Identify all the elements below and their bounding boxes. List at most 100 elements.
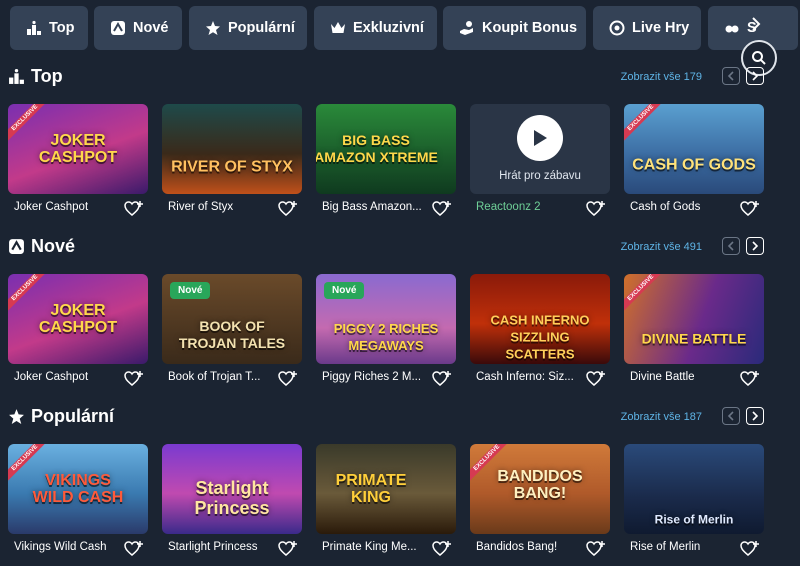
game-card-book-of-trojan-tales[interactable]: BOOK OF TROJAN TALES Nové Book of Trojan …: [162, 274, 302, 386]
game-card-piggy-riches-2[interactable]: PIGGY 2 RICHES MEGAWAYS Nové Piggy Riches…: [316, 274, 456, 386]
game-name[interactable]: Joker Cashpot: [14, 371, 122, 383]
tab-label: Live Hry: [632, 20, 690, 36]
play-button[interactable]: [517, 115, 563, 161]
section-title: Top: [8, 66, 63, 87]
prev-button[interactable]: [722, 407, 740, 425]
game-art-title: BIG BASS AMAZON XTREME: [316, 132, 438, 165]
game-card-joker-cashpot[interactable]: JOKER CASHPOT EXCLUSIVE Joker Cashpot: [8, 104, 148, 216]
game-thumbnail[interactable]: PIGGY 2 RICHES MEGAWAYS Nové: [316, 274, 456, 364]
nav-next-chevron-icon[interactable]: [748, 16, 764, 32]
add-favorite-icon[interactable]: [740, 200, 760, 218]
game-name[interactable]: Reactoonz 2: [476, 201, 584, 213]
game-card-primate-king[interactable]: PRIMATE KING Primate King Me...: [316, 444, 456, 556]
add-favorite-icon[interactable]: [740, 370, 760, 388]
view-all-link[interactable]: Zobrazit vše 491: [621, 241, 702, 253]
game-thumbnail[interactable]: RIVER OF STYX: [162, 104, 302, 194]
game-card-bandidos-bang[interactable]: BANDIDOS BANG! EXCLUSIVE Bandidos Bang!: [470, 444, 610, 556]
add-favorite-icon[interactable]: [432, 200, 452, 218]
game-name[interactable]: Primate King Me...: [322, 541, 430, 553]
next-button[interactable]: [746, 67, 764, 85]
add-favorite-icon[interactable]: [432, 540, 452, 558]
add-favorite-icon[interactable]: [586, 200, 606, 218]
add-favorite-icon[interactable]: [278, 200, 298, 218]
add-favorite-icon[interactable]: [124, 370, 144, 388]
game-thumbnail[interactable]: CASH OF GODS EXCLUSIVE: [624, 104, 764, 194]
game-name[interactable]: Starlight Princess: [168, 541, 276, 553]
game-name[interactable]: Joker Cashpot: [14, 201, 122, 213]
game-card-starlight-princess[interactable]: Starlight Princess Starlight Princess: [162, 444, 302, 556]
tab-label: Koupit Bonus: [482, 20, 578, 36]
game-thumbnail[interactable]: CASH INFERNO SIZZLING SCATTERS: [470, 274, 610, 364]
view-all-link[interactable]: Zobrazit vše 187: [621, 411, 702, 423]
add-favorite-icon[interactable]: [124, 200, 144, 218]
game-name[interactable]: River of Styx: [168, 201, 276, 213]
add-favorite-icon[interactable]: [740, 540, 760, 558]
tab-label: Nové: [133, 20, 169, 36]
tab-popular[interactable]: Populární: [189, 6, 307, 50]
game-thumbnail[interactable]: JOKER CASHPOT EXCLUSIVE: [8, 104, 148, 194]
game-card-cash-inferno[interactable]: CASH INFERNO SIZZLING SCATTERS Cash Infer…: [470, 274, 610, 386]
prev-button[interactable]: [722, 237, 740, 255]
add-favorite-icon[interactable]: [432, 370, 452, 388]
category-nav: Top Nové Populární Exkluzivní Koupit Bon…: [10, 6, 800, 50]
game-thumbnail[interactable]: VIKINGS WILD CASH EXCLUSIVE: [8, 444, 148, 534]
chevron-right-icon: [752, 71, 759, 81]
chevron-left-icon: [727, 411, 734, 421]
game-name[interactable]: Book of Trojan T...: [168, 371, 276, 383]
game-thumbnail[interactable]: JOKER CASHPOT EXCLUSIVE: [8, 274, 148, 364]
chip-icon: [609, 20, 625, 36]
game-thumbnail[interactable]: DIVINE BATTLE EXCLUSIVE: [624, 274, 764, 364]
view-all-link[interactable]: Zobrazit vše 179: [621, 71, 702, 83]
play-for-fun-label[interactable]: Hrát pro zábavu: [470, 170, 610, 182]
game-name[interactable]: Big Bass Amazon...: [322, 201, 430, 213]
add-favorite-icon[interactable]: [586, 370, 606, 388]
game-thumbnail[interactable]: BOOK OF TROJAN TALES Nové: [162, 274, 302, 364]
add-favorite-icon[interactable]: [586, 540, 606, 558]
add-favorite-icon[interactable]: [278, 370, 298, 388]
game-name[interactable]: Rise of Merlin: [630, 541, 738, 553]
next-button[interactable]: [746, 407, 764, 425]
game-thumbnail[interactable]: Hrát pro zábavu: [470, 104, 610, 194]
game-thumbnail[interactable]: PRIMATE KING: [316, 444, 456, 534]
game-name[interactable]: Vikings Wild Cash: [14, 541, 122, 553]
game-card-cash-of-gods[interactable]: CASH OF GODS EXCLUSIVE Cash of Gods: [624, 104, 764, 216]
game-thumbnail[interactable]: Rise of Merlin: [624, 444, 764, 534]
crown-icon: [331, 22, 345, 33]
game-art-title: Starlight Princess: [194, 478, 270, 518]
game-name[interactable]: Divine Battle: [630, 371, 738, 383]
add-favorite-icon[interactable]: [278, 540, 298, 558]
game-name[interactable]: Piggy Riches 2 M...: [322, 371, 430, 383]
game-thumbnail[interactable]: BANDIDOS BANG! EXCLUSIVE: [470, 444, 610, 534]
slots-icon: [725, 25, 739, 33]
exclusive-badge: EXCLUSIVE: [8, 274, 52, 318]
game-card-vikings-wild-cash[interactable]: VIKINGS WILD CASH EXCLUSIVE Vikings Wild …: [8, 444, 148, 556]
game-thumbnail[interactable]: Starlight Princess: [162, 444, 302, 534]
podium-icon: [27, 20, 41, 35]
game-name[interactable]: Cash of Gods: [630, 201, 738, 213]
game-art-title: Rise of Merlin: [654, 512, 734, 527]
new-icon: [111, 21, 125, 35]
tab-live-games[interactable]: Live Hry: [593, 6, 701, 50]
game-card-reactoonz-2[interactable]: Hrát pro zábavu Reactoonz 2: [470, 104, 610, 216]
tab-top[interactable]: Top: [10, 6, 88, 50]
podium-icon: [9, 68, 24, 84]
section-title-text: Nové: [31, 236, 76, 256]
game-name[interactable]: Bandidos Bang!: [476, 541, 584, 553]
prev-button[interactable]: [722, 67, 740, 85]
tab-buy-bonus[interactable]: Koupit Bonus: [443, 6, 586, 50]
tab-new[interactable]: Nové: [94, 6, 182, 50]
new-badge: Nové: [170, 282, 211, 299]
game-card-divine-battle[interactable]: DIVINE BATTLE EXCLUSIVE Divine Battle: [624, 274, 764, 386]
game-card-river-of-styx[interactable]: RIVER OF STYX River of Styx: [162, 104, 302, 216]
star-icon: [206, 21, 220, 35]
add-favorite-icon[interactable]: [124, 540, 144, 558]
game-thumbnail[interactable]: BIG BASS AMAZON XTREME: [316, 104, 456, 194]
tab-exclusive[interactable]: Exkluzivní: [314, 6, 437, 50]
game-card-joker-cashpot[interactable]: JOKER CASHPOT EXCLUSIVE Joker Cashpot: [8, 274, 148, 386]
exclusive-badge: EXCLUSIVE: [624, 274, 668, 318]
next-button[interactable]: [746, 237, 764, 255]
game-art-title: PRIMATE KING: [335, 472, 407, 506]
game-name[interactable]: Cash Inferno: Siz...: [476, 371, 584, 383]
game-card-big-bass-amazon[interactable]: BIG BASS AMAZON XTREME Big Bass Amazon...: [316, 104, 456, 216]
game-card-rise-of-merlin[interactable]: Rise of Merlin Rise of Merlin: [624, 444, 764, 556]
